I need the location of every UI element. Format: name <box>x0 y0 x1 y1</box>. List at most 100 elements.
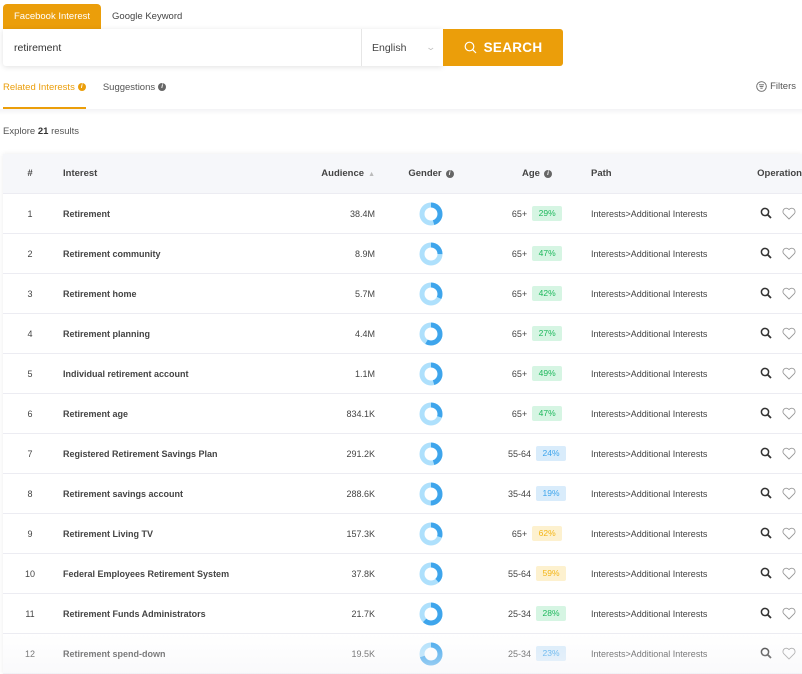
interest-name[interactable]: Retirement <box>63 209 293 219</box>
interest-name[interactable]: Retirement spend-down <box>63 649 293 659</box>
tab-google-keyword[interactable]: Google Keyword <box>101 4 193 29</box>
age-cell: 55-64 59% <box>487 566 587 581</box>
heart-icon[interactable] <box>782 447 796 460</box>
age-percent-badge: 29% <box>532 206 563 221</box>
age-cell: 65+ 47% <box>487 406 587 421</box>
heart-icon[interactable] <box>782 367 796 380</box>
header-audience[interactable]: Audience ▲︎ <box>293 168 375 179</box>
age-percent-badge: 42% <box>532 286 563 301</box>
gender-donut-chart <box>419 602 443 625</box>
operations <box>737 287 802 300</box>
interest-path: Interests>Additional Interests <box>591 568 708 579</box>
operations <box>737 567 802 580</box>
search-input[interactable] <box>3 29 362 66</box>
row-number: 7 <box>27 448 33 459</box>
interest-name[interactable]: Retirement savings account <box>63 489 293 499</box>
heart-icon[interactable] <box>782 567 796 580</box>
interest-path: Interests>Additional Interests <box>591 528 708 539</box>
age-range: 55-64 <box>507 448 532 459</box>
row-number: 6 <box>27 408 33 419</box>
tab-related-interests[interactable]: Related Interests i <box>3 79 86 109</box>
table-row[interactable]: 6 Retirement age 834.1K 65+ 47% Interest… <box>3 394 802 434</box>
interest-name[interactable]: Retirement Living TV <box>63 529 293 539</box>
results-suffix: results <box>51 126 80 137</box>
table-row[interactable]: 9 Retirement Living TV 157.3K 65+ 62% In… <box>3 514 802 554</box>
interest-path: Interests>Additional Interests <box>591 648 708 659</box>
search-icon[interactable] <box>760 607 772 620</box>
search-icon[interactable] <box>760 207 772 220</box>
age-cell: 65+ 27% <box>487 326 587 341</box>
search-icon[interactable] <box>760 407 772 420</box>
sort-icon[interactable]: ▲︎ <box>368 171 375 178</box>
heart-icon[interactable] <box>782 647 796 660</box>
info-icon[interactable]: i <box>543 170 552 178</box>
tab-facebook-interest[interactable]: Facebook Interest <box>3 4 102 29</box>
heart-icon[interactable] <box>782 287 796 300</box>
interest-name[interactable]: Retirement home <box>63 289 293 299</box>
age-cell: 65+ 42% <box>487 286 587 301</box>
table-row[interactable]: 11 Retirement Funds Administrators 21.7K… <box>3 594 802 634</box>
header-path: Path <box>591 168 612 179</box>
interest-name[interactable]: Retirement planning <box>63 329 293 339</box>
language-select[interactable]: English ⌄ <box>362 29 443 66</box>
age-range: 65+ <box>511 408 528 419</box>
header-interest: Interest <box>63 168 98 179</box>
table-row[interactable]: 12 Retirement spend-down 19.5K 25-34 23%… <box>3 634 802 674</box>
table-row[interactable]: 1 Retirement 38.4M 65+ 29% Interests>Add… <box>3 194 802 234</box>
table-row[interactable]: 7 Registered Retirement Savings Plan 291… <box>3 434 802 474</box>
search-button-label: SEARCH <box>483 40 543 55</box>
row-number: 9 <box>27 528 33 539</box>
gender-donut <box>375 242 487 266</box>
operations <box>737 207 802 220</box>
search-icon[interactable] <box>760 367 772 380</box>
search-icon[interactable] <box>760 247 772 260</box>
info-icon[interactable]: i <box>158 83 167 91</box>
heart-icon[interactable] <box>782 327 796 340</box>
search-button[interactable]: SEARCH <box>443 29 563 66</box>
age-percent-badge: 28% <box>536 606 567 621</box>
heart-icon[interactable] <box>782 247 796 260</box>
filters-button[interactable]: Filters <box>756 81 796 92</box>
interest-name[interactable]: Retirement Funds Administrators <box>63 609 293 619</box>
table-row[interactable]: 8 Retirement savings account 288.6K 35-4… <box>3 474 802 514</box>
age-range: 65+ <box>511 208 528 219</box>
search-icon[interactable] <box>760 567 772 580</box>
tab-suggestions[interactable]: Suggestions i <box>103 79 167 109</box>
info-icon[interactable]: i <box>445 170 454 178</box>
gender-donut <box>375 202 487 226</box>
interest-path: Interests>Additional Interests <box>591 328 708 339</box>
interest-name[interactable]: Individual retirement account <box>63 369 293 379</box>
heart-icon[interactable] <box>782 207 796 220</box>
info-icon[interactable]: i <box>77 83 86 91</box>
search-icon[interactable] <box>760 647 772 660</box>
heart-icon[interactable] <box>782 607 796 620</box>
operations <box>737 607 802 620</box>
gender-donut <box>375 322 487 346</box>
interest-name[interactable]: Retirement community <box>63 249 293 259</box>
table-row[interactable]: 2 Retirement community 8.9M 65+ 47% Inte… <box>3 234 802 274</box>
age-cell: 55-64 24% <box>487 446 587 461</box>
heart-icon[interactable] <box>782 527 796 540</box>
search-icon[interactable] <box>760 287 772 300</box>
age-range: 65+ <box>511 248 528 259</box>
search-icon[interactable] <box>760 527 772 540</box>
operations <box>737 367 802 380</box>
gender-donut-chart <box>419 202 443 225</box>
age-percent-badge: 59% <box>536 566 567 581</box>
table-row[interactable]: 5 Individual retirement account 1.1M 65+… <box>3 354 802 394</box>
table-row[interactable]: 4 Retirement planning 4.4M 65+ 27% Inter… <box>3 314 802 354</box>
heart-icon[interactable] <box>782 407 796 420</box>
table-row[interactable]: 10 Federal Employees Retirement System 3… <box>3 554 802 594</box>
table-row[interactable]: 3 Retirement home 5.7M 65+ 42% Interests… <box>3 274 802 314</box>
interest-name[interactable]: Federal Employees Retirement System <box>63 569 293 579</box>
search-icon[interactable] <box>760 447 772 460</box>
search-icon[interactable] <box>760 327 772 340</box>
interest-name[interactable]: Retirement age <box>63 409 293 419</box>
search-icon[interactable] <box>760 487 772 500</box>
interest-name[interactable]: Registered Retirement Savings Plan <box>63 449 293 459</box>
language-value: English <box>372 41 407 54</box>
heart-icon[interactable] <box>782 487 796 500</box>
operations <box>737 407 802 420</box>
age-range: 65+ <box>511 288 528 299</box>
age-percent-badge: 49% <box>532 366 563 381</box>
